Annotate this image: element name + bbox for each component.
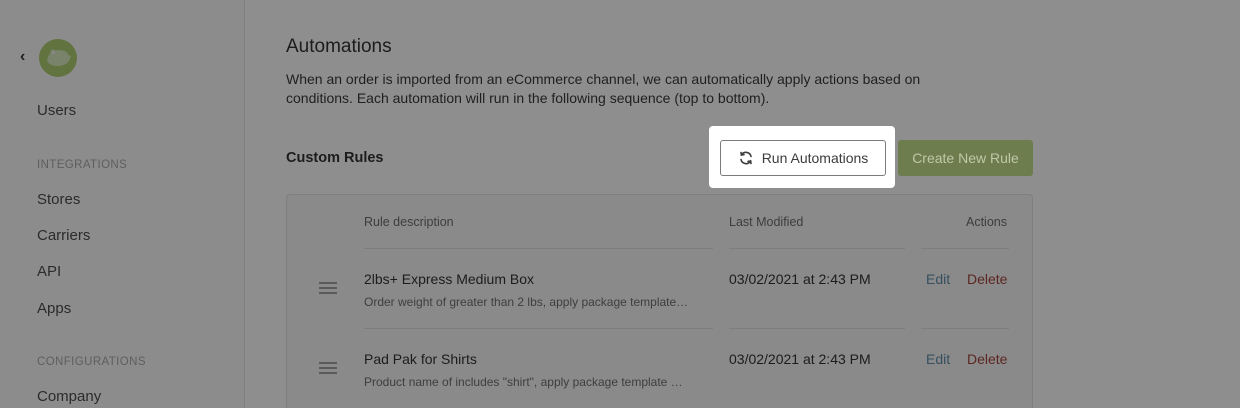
main-content: Automations When an order is imported fr… xyxy=(246,0,1240,408)
sidebar-item-users[interactable]: Users xyxy=(37,102,76,119)
sidebar-item-company[interactable]: Company xyxy=(37,388,101,405)
refresh-icon xyxy=(739,151,752,165)
sidebar-item-carriers[interactable]: Carriers xyxy=(37,227,90,244)
drag-handle-icon[interactable] xyxy=(319,362,337,376)
delete-link[interactable]: Delete xyxy=(967,351,1007,367)
header-actions: Actions xyxy=(966,215,1007,229)
rules-table: Rule description Last Modified Actions 2… xyxy=(286,194,1033,408)
back-chevron-icon[interactable]: ‹ xyxy=(20,48,25,66)
sidebar: ‹ Users INTEGRATIONS Stores Carriers API… xyxy=(0,0,245,408)
run-automations-label: Run Automations xyxy=(761,150,869,166)
divider xyxy=(364,328,713,329)
rule-last-modified: 03/02/2021 at 2:43 PM xyxy=(729,351,871,367)
rule-last-modified: 03/02/2021 at 2:43 PM xyxy=(729,271,871,287)
edit-link[interactable]: Edit xyxy=(926,271,950,287)
divider xyxy=(729,248,905,249)
delete-link[interactable]: Delete xyxy=(967,271,1007,287)
sidebar-item-stores[interactable]: Stores xyxy=(37,191,80,208)
sidebar-item-api[interactable]: API xyxy=(37,263,61,280)
page-description: When an order is imported from an eComme… xyxy=(286,71,921,106)
divider xyxy=(921,328,1009,329)
header-last-modified: Last Modified xyxy=(729,215,804,229)
edit-link[interactable]: Edit xyxy=(926,351,950,367)
sidebar-section-configurations: CONFIGURATIONS xyxy=(37,356,146,368)
create-new-rule-button[interactable]: Create New Rule xyxy=(898,140,1033,176)
rule-title: 2lbs+ Express Medium Box xyxy=(364,271,535,287)
rule-subtitle: Order weight of greater than 2 lbs, appl… xyxy=(364,295,689,309)
divider xyxy=(921,248,1009,249)
divider xyxy=(364,248,713,249)
rule-subtitle: Product name of includes "shirt", apply … xyxy=(364,375,683,389)
logo-icon[interactable] xyxy=(37,38,79,78)
drag-handle-icon[interactable] xyxy=(319,282,337,296)
rule-title: Pad Pak for Shirts xyxy=(364,351,477,367)
sidebar-item-apps[interactable]: Apps xyxy=(37,300,71,317)
custom-rules-heading: Custom Rules xyxy=(286,150,384,166)
run-automations-button[interactable]: Run Automations xyxy=(720,140,886,176)
sidebar-section-integrations: INTEGRATIONS xyxy=(37,159,128,171)
divider xyxy=(729,328,905,329)
page-title: Automations xyxy=(286,36,392,57)
header-rule-description: Rule description xyxy=(364,215,454,229)
